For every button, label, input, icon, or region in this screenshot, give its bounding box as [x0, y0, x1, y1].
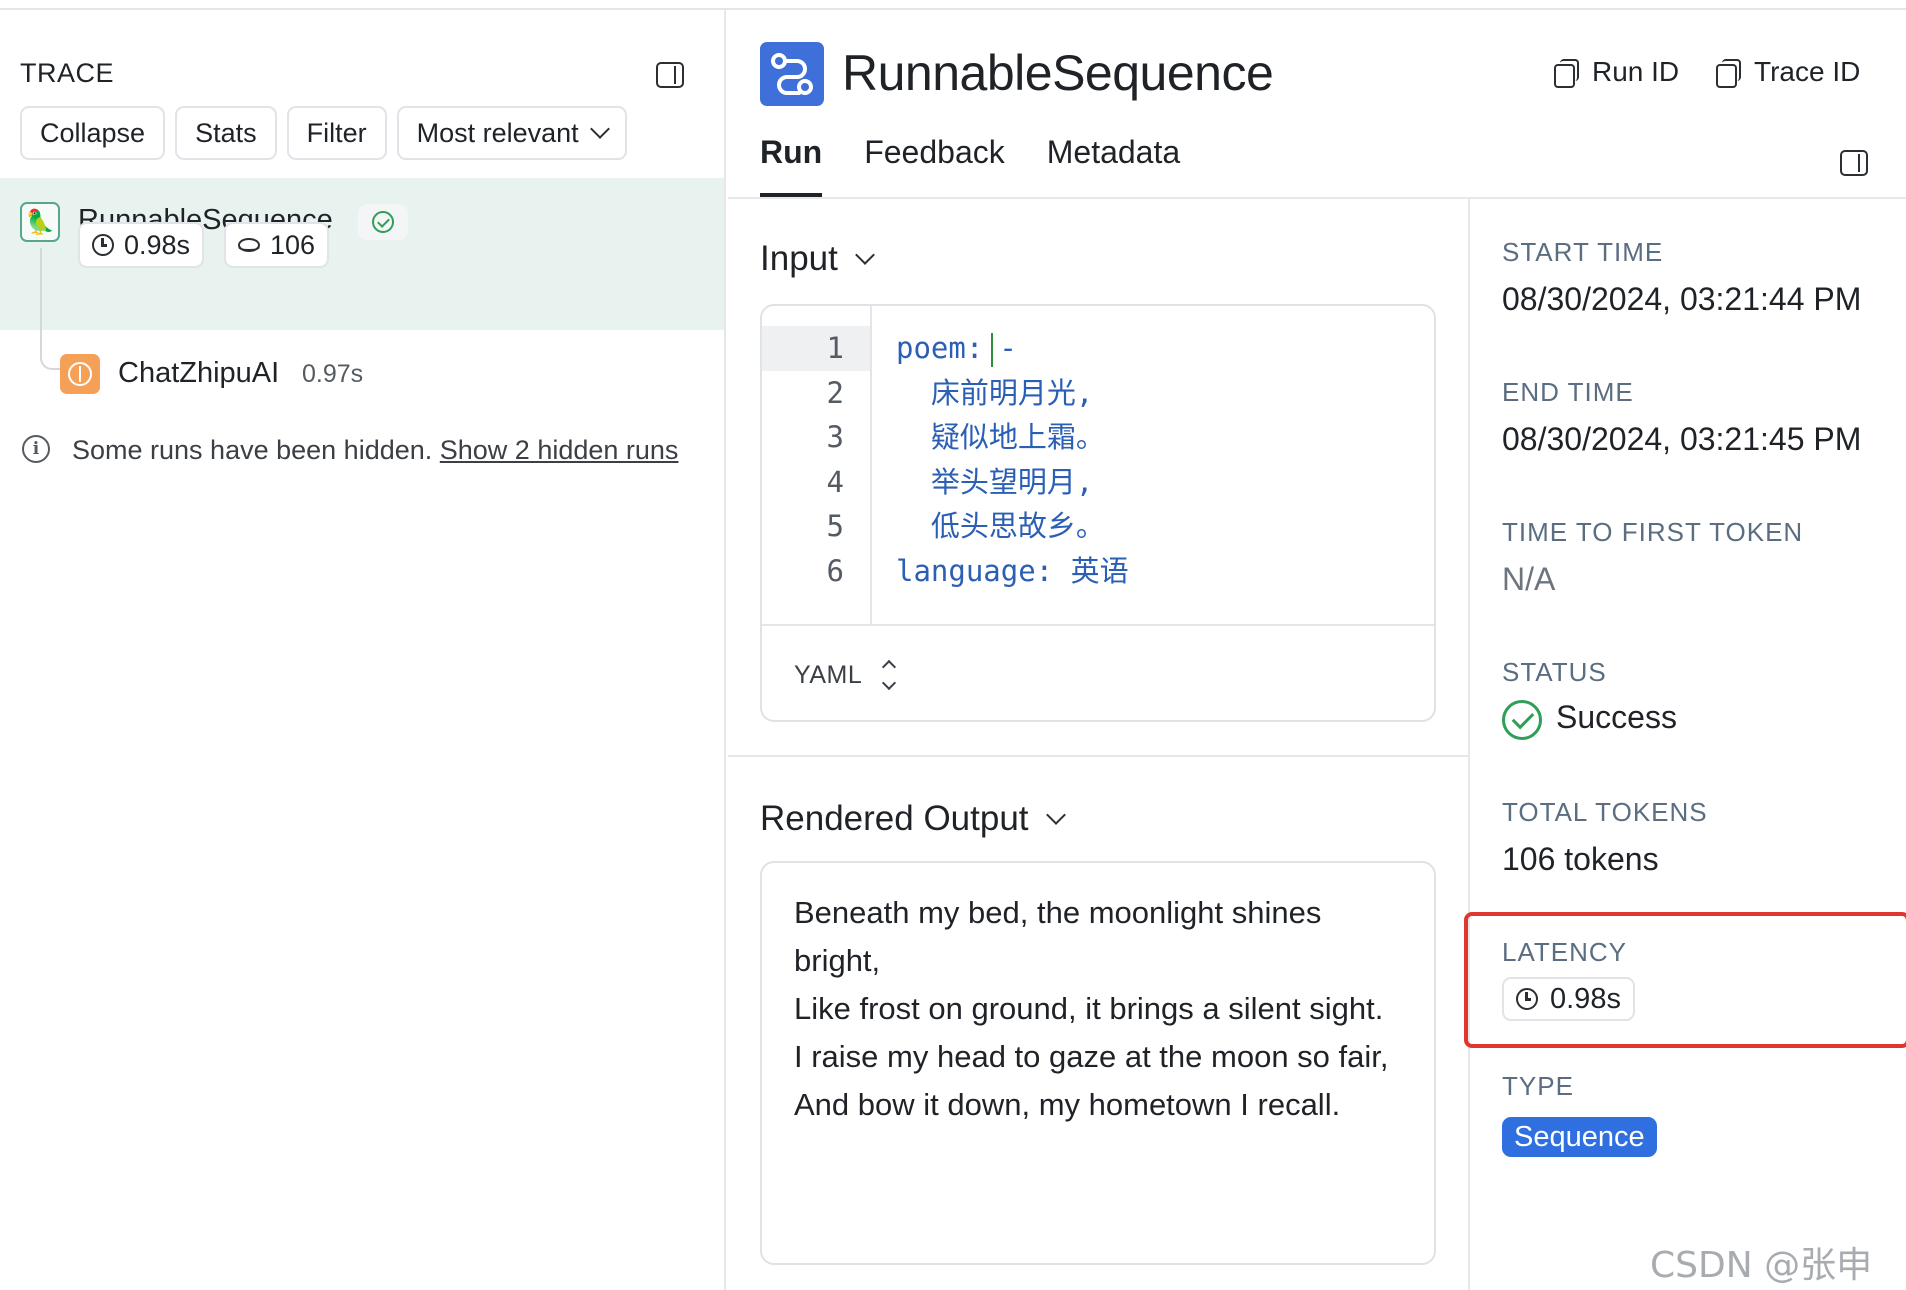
block-indicator: - [999, 331, 1017, 365]
format-label: YAML [794, 660, 863, 689]
type-badge: Sequence [1502, 1117, 1657, 1157]
child-run-name[interactable]: ChatZhipuAI [118, 357, 279, 390]
sequence-icon [760, 42, 824, 106]
info-icon: i [22, 435, 50, 463]
input-section-header[interactable]: Input [760, 239, 875, 279]
line-number: 3 [826, 420, 844, 455]
hidden-runs-text: Some runs have been hidden. [72, 435, 440, 465]
check-circle-icon [1502, 699, 1542, 740]
type-label: TYPE [1502, 1071, 1574, 1101]
copy-icon [1554, 59, 1579, 88]
line-number: 1 [762, 326, 870, 371]
trace-id-label: Trace ID [1754, 56, 1861, 87]
detail-tabs: Run Feedback Metadata [760, 134, 1180, 197]
status-text: Success [1556, 699, 1677, 735]
code-line: 举头望明月, [896, 464, 1094, 499]
code-line: poem: - [896, 326, 1129, 371]
copy-run-id-button[interactable]: Run ID [1554, 56, 1679, 88]
text-cursor [991, 333, 994, 367]
status-badge [358, 204, 408, 240]
stats-label: Stats [195, 117, 257, 148]
collapse-label: Collapse [40, 117, 146, 148]
trace-row-runnable-sequence[interactable]: 🦜 RunnableSequence 0.98s 106 [0, 178, 724, 330]
code-content: poem: - 床前明月光, 疑似地上霜。 举头望明月, 低头思故乡。 langu… [896, 326, 1129, 594]
line-number-gutter: 1 2 3 4 5 6 [762, 306, 872, 624]
input-title: Input [760, 239, 838, 278]
line-number: 4 [826, 464, 844, 499]
stats-button[interactable]: Stats [175, 106, 277, 160]
status-value: Success [1502, 699, 1677, 740]
tokens-chip: 106 [224, 222, 330, 268]
total-tokens-value: 106 tokens [1502, 841, 1659, 877]
start-time-value: 08/30/2024, 03:21:44 PM [1502, 281, 1862, 317]
chevron-down-icon [1045, 805, 1066, 825]
trace-title: TRACE [20, 58, 115, 88]
hidden-runs-note: Some runs have been hidden. Show 2 hidde… [72, 435, 678, 466]
line-number: 6 [826, 553, 844, 588]
code-line: language: 英语 [896, 553, 1129, 588]
collapse-button[interactable]: Collapse [20, 106, 166, 160]
code-line: 床前明月光, [896, 375, 1094, 410]
check-circle-icon [372, 211, 394, 233]
trace-panel: TRACE Collapse Stats Filter Most relevan… [0, 10, 726, 1290]
rendered-output: Beneath my bed, the moonlight shines bri… [760, 861, 1436, 1265]
top-border [0, 0, 1906, 10]
line-number: 5 [826, 509, 844, 544]
page-title: RunnableSequence [842, 45, 1274, 101]
chevron-down-icon [589, 119, 610, 139]
section-divider [728, 755, 1468, 757]
tab-metadata[interactable]: Metadata [1047, 134, 1180, 197]
code-line: 疑似地上霜。 [896, 420, 1105, 455]
start-time-label: START TIME [1502, 237, 1664, 267]
sort-label: Most relevant [416, 117, 579, 148]
tokens-value: 106 [270, 229, 316, 260]
output-line: Like frost on ground, it brings a silent… [794, 991, 1384, 1026]
details-panel-toggle-icon[interactable] [1840, 150, 1868, 176]
child-run-latency: 0.97s [302, 360, 364, 388]
coins-icon [238, 238, 260, 252]
chevron-down-icon [854, 245, 875, 265]
end-time-value: 08/30/2024, 03:21:45 PM [1502, 421, 1862, 457]
watermark: CSDN @张申傲 [1650, 1245, 1873, 1286]
tab-run[interactable]: Run [760, 134, 823, 197]
clock-icon [92, 234, 114, 256]
show-hidden-runs-link[interactable]: Show 2 hidden runs [440, 435, 679, 465]
format-selector[interactable]: YAML [762, 624, 1434, 720]
code-key: poem: [896, 331, 984, 365]
tree-connector [40, 248, 62, 370]
sort-dropdown[interactable]: Most relevant [396, 106, 627, 160]
trace-toolbar: Collapse Stats Filter Most relevant [20, 106, 627, 160]
trace-panel-toggle-icon[interactable] [656, 62, 684, 88]
ttft-label: TIME TO FIRST TOKEN [1502, 517, 1804, 547]
run-id-label: Run ID [1592, 56, 1680, 87]
end-time-label: END TIME [1502, 377, 1634, 407]
code-line: 低头思故乡。 [896, 509, 1105, 544]
status-label: STATUS [1502, 657, 1607, 687]
copy-trace-id-button[interactable]: Trace ID [1716, 56, 1860, 88]
copy-icon [1716, 59, 1741, 88]
total-tokens-label: TOTAL TOKENS [1502, 797, 1708, 827]
input-code-editor[interactable]: 1 2 3 4 5 6 poem: - 床前明月光, 疑似地上霜。 举头望明月, … [760, 304, 1436, 722]
output-line: And bow it down, my hometown I recall. [794, 1087, 1341, 1122]
output-title: Rendered Output [760, 799, 1029, 838]
latency-highlight-box [1464, 912, 1906, 1048]
output-line: I raise my head to gaze at the moon so f… [794, 1039, 1389, 1074]
chevron-up-down-icon [882, 659, 897, 691]
brain-shape [68, 362, 92, 386]
latency-chip: 0.98s [78, 222, 205, 268]
filter-label: Filter [306, 117, 367, 148]
output-line: Beneath my bed, the moonlight shines bri… [794, 895, 1322, 978]
filter-button[interactable]: Filter [286, 106, 387, 160]
line-number: 2 [826, 375, 844, 410]
tab-feedback[interactable]: Feedback [864, 134, 1005, 197]
latency-value: 0.98s [124, 229, 191, 260]
ttft-value: N/A [1502, 561, 1556, 597]
output-section-header[interactable]: Rendered Output [760, 799, 1066, 839]
run-content: Input 1 2 3 4 5 6 poem: - 床前明月光, 疑似地上霜。 举… [728, 199, 1470, 1290]
llm-brain-icon[interactable] [60, 354, 100, 394]
parrot-icon: 🦜 [20, 202, 60, 242]
